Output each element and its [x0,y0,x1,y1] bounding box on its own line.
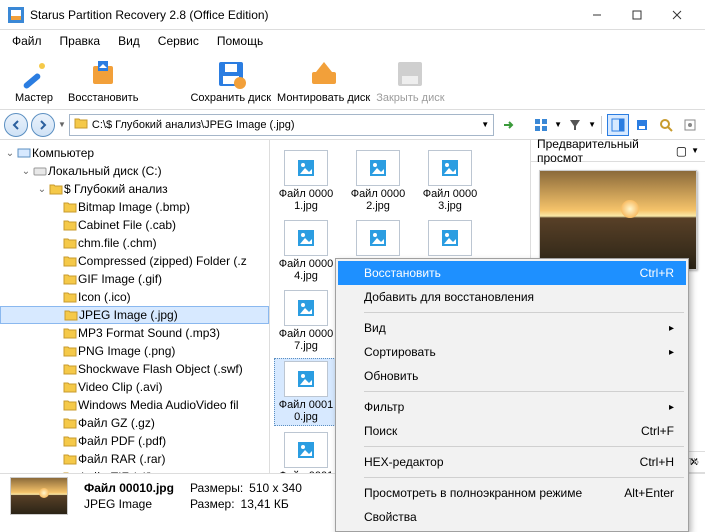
maximize-button[interactable] [617,1,657,29]
tree-node-folder[interactable]: JPEG Image (.jpg) [0,306,269,324]
folder-tree[interactable]: ⌄ Компьютер ⌄ Локальный диск (C:) ⌄ $ Гл… [0,140,270,473]
menu-help[interactable]: Помощь [209,32,271,50]
tree-node-computer[interactable]: ⌄ Компьютер [0,144,269,162]
file-item[interactable]: Файл 00007.jpg [274,288,338,354]
address-dropdown-icon[interactable]: ▼ [481,120,489,129]
address-bar[interactable]: C:\$ Глубокий анализ\JPEG Image (.jpg) ▼ [69,114,494,136]
ctx-recover[interactable]: ВосстановитьCtrl+R [338,261,686,285]
titlebar: Starus Partition Recovery 2.8 (Office Ed… [0,0,705,30]
search-button[interactable] [655,114,677,136]
ctx-search[interactable]: ПоискCtrl+F [338,419,686,443]
file-item[interactable]: Файл 00003.jpg [418,148,482,214]
tree-node-folder[interactable]: Файл RAR (.rar) [0,450,269,468]
image-icon [428,220,472,256]
image-icon [284,361,328,397]
tree-node-deep-analysis[interactable]: ⌄ $ Глубокий анализ [0,180,269,198]
mount-disk-button[interactable]: Монтировать диск [277,58,370,104]
app-icon [8,7,24,23]
image-icon [284,150,328,186]
ctx-properties[interactable]: Свойства [338,505,686,529]
image-icon [428,150,472,186]
status-filetype: JPEG Image [84,497,152,511]
file-item[interactable]: Файл 00010.jpg [274,358,338,426]
close-disk-icon [394,58,426,90]
close-disk-button: Закрыть диск [376,58,444,104]
file-item[interactable]: Файл 00001.jpg [274,148,338,214]
tree-node-folder[interactable]: GIF Image (.gif) [0,270,269,288]
tree-node-folder[interactable]: Icon (.ico) [0,288,269,306]
tree-node-folder[interactable]: Файл TIF (.tif) [0,468,269,473]
context-menu: ВосстановитьCtrl+R Добавить для восстано… [335,258,689,532]
view-dropdown-icon[interactable]: ▼ [554,120,562,129]
minimize-button[interactable] [577,1,617,29]
recover-button[interactable]: Восстановить [68,58,138,104]
file-item[interactable]: Файл 00002.jpg [346,148,410,214]
tree-node-folder[interactable]: PNG Image (.png) [0,342,269,360]
save-disk-icon [215,58,247,90]
file-item[interactable]: Файл 00013.jpg [274,430,338,473]
image-icon [284,432,328,468]
nav-forward-button[interactable] [31,113,55,137]
ctx-hex-editor[interactable]: HEX-редакторCtrl+H [338,450,686,474]
tree-node-folder[interactable]: chm.file (.chm) [0,234,269,252]
save-disk-button[interactable]: Сохранить диск [190,58,271,104]
save-button[interactable] [631,114,653,136]
image-icon [356,150,400,186]
filter-dropdown-icon[interactable]: ▼ [588,120,596,129]
close-button[interactable] [657,1,697,29]
status-filename: Файл 00010.jpg [84,481,174,495]
wizard-button[interactable]: Мастер [6,58,62,104]
ctx-sort[interactable]: Сортировать▸ [338,340,686,364]
menu-edit[interactable]: Правка [52,32,109,50]
nav-go-button[interactable] [497,114,519,136]
folder-icon [74,117,88,132]
pane-dropdown-icon[interactable]: ▼ [691,146,699,155]
image-icon [284,220,328,256]
tree-node-folder[interactable]: Video Clip (.avi) [0,378,269,396]
tree-node-folder[interactable]: MP3 Format Sound (.mp3) [0,324,269,342]
menu-service[interactable]: Сервис [150,32,207,50]
status-thumbnail [10,477,68,515]
preview-image [539,170,697,270]
tree-node-folder[interactable]: Файл GZ (.gz) [0,414,269,432]
tree-node-folder[interactable]: Файл PDF (.pdf) [0,432,269,450]
image-icon [284,290,328,326]
filter-button[interactable] [564,114,586,136]
tree-node-folder[interactable]: Compressed (zipped) Folder (.z [0,252,269,270]
ctx-refresh[interactable]: Обновить [338,364,686,388]
detach-icon[interactable]: ▢ [676,144,687,158]
tree-node-folder[interactable]: Cabinet File (.cab) [0,216,269,234]
wand-icon [18,58,50,90]
ctx-filter[interactable]: Фильтр▸ [338,395,686,419]
tree-node-folder[interactable]: Windows Media AudioVideo fil [0,396,269,414]
image-icon [356,220,400,256]
mount-disk-icon [308,58,340,90]
recover-icon [87,58,119,90]
file-item[interactable]: Файл 00004.jpg [274,218,338,284]
navbar: ▼ C:\$ Глубокий анализ\JPEG Image (.jpg)… [0,110,705,140]
tree-node-folder[interactable]: Shockwave Flash Object (.swf) [0,360,269,378]
toolbar: Мастер Восстановить Сохранить диск Монти… [0,52,705,110]
menubar: Файл Правка Вид Сервис Помощь [0,30,705,52]
menu-file[interactable]: Файл [4,32,50,50]
tree-node-folder[interactable]: Bitmap Image (.bmp) [0,198,269,216]
menu-view[interactable]: Вид [110,32,148,50]
tree-node-local-disk[interactable]: ⌄ Локальный диск (C:) [0,162,269,180]
ctx-view[interactable]: Вид▸ [338,316,686,340]
view-mode-button[interactable] [530,114,552,136]
window-title: Starus Partition Recovery 2.8 (Office Ed… [30,8,577,22]
preview-header: Предварительный просмот [537,137,668,165]
nav-history-dropdown[interactable]: ▼ [58,120,66,129]
options-button[interactable] [679,114,701,136]
preview-toggle-button[interactable] [607,114,629,136]
ctx-fullscreen[interactable]: Просмотреть в полноэкранном режимеAlt+En… [338,481,686,505]
ctx-add-for-recovery[interactable]: Добавить для восстановления [338,285,686,309]
nav-back-button[interactable] [4,113,28,137]
